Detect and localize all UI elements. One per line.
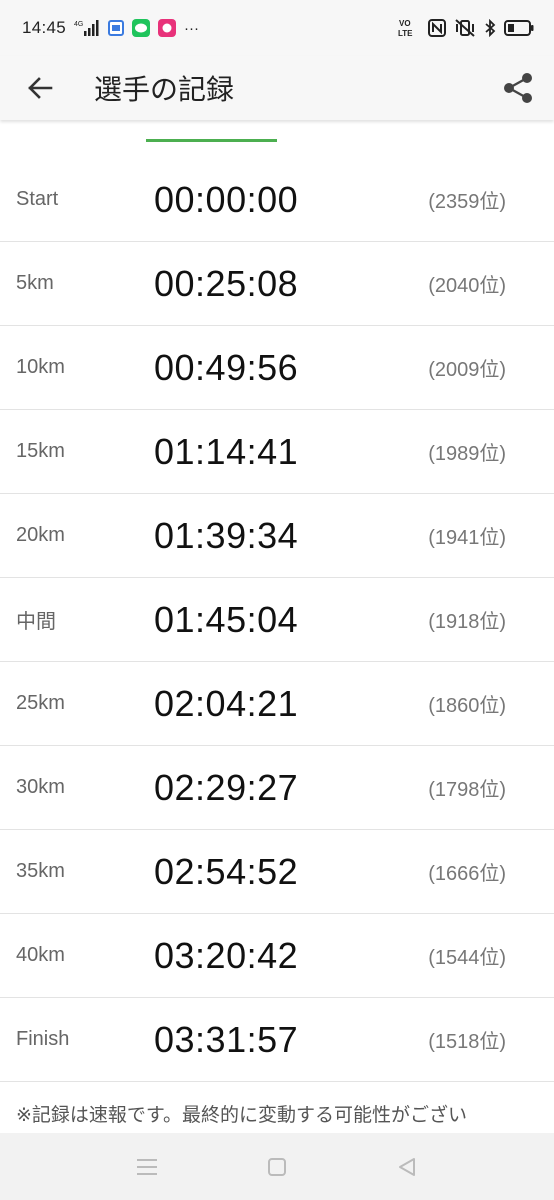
split-point-label: 15km xyxy=(16,440,65,462)
split-time: 03:20:42 xyxy=(154,934,299,976)
split-point-label: 40km xyxy=(16,944,65,966)
nav-menu-button[interactable] xyxy=(132,1152,162,1182)
split-point-label: Start xyxy=(16,188,59,210)
tab-indicator xyxy=(146,139,277,142)
status-more: ··· xyxy=(184,19,200,37)
split-time: 02:54:52 xyxy=(154,850,299,892)
split-rank: (1860位) xyxy=(428,695,506,717)
split-time: 00:25:08 xyxy=(154,262,299,304)
share-button[interactable] xyxy=(488,56,548,120)
record-row: 10km 00:49:56 (2009位) xyxy=(0,326,554,410)
split-point-label: 25km xyxy=(16,692,65,714)
network-label: 4G xyxy=(74,21,83,28)
home-icon xyxy=(267,1157,287,1177)
record-row: 25km 02:04:21 (1860位) xyxy=(0,662,554,746)
record-row: 35km 02:54:52 (1666位) xyxy=(0,830,554,914)
nav-back-button[interactable] xyxy=(392,1152,422,1182)
split-rank: (1666位) xyxy=(428,863,506,885)
nfc-icon xyxy=(428,19,446,37)
split-time: 02:04:21 xyxy=(154,682,299,724)
nav-home-button[interactable] xyxy=(262,1152,292,1182)
svg-text:LTE: LTE xyxy=(398,29,413,38)
line-app-icon xyxy=(132,19,151,37)
page-title: 選手の記録 xyxy=(94,74,235,105)
record-row: 15km 01:14:41 (1989位) xyxy=(0,410,554,494)
split-rank: (1798位) xyxy=(428,779,506,801)
signal-icon: 4G xyxy=(74,19,100,37)
record-row: 中間 01:45:04 (1918位) xyxy=(0,578,554,662)
record-row: 20km 01:39:34 (1941位) xyxy=(0,494,554,578)
record-row: Finish 03:31:57 (1518位) xyxy=(0,998,554,1082)
back-button[interactable] xyxy=(0,56,80,120)
records-list: Start 00:00:00 (2359位) 5km 00:25:08 (204… xyxy=(0,158,554,1082)
split-rank: (1918位) xyxy=(428,611,506,633)
volte-icon: VO LTE xyxy=(398,18,420,38)
split-point-label: 20km xyxy=(16,524,65,546)
split-time: 02:29:27 xyxy=(154,766,299,808)
record-row: 30km 02:29:27 (1798位) xyxy=(0,746,554,830)
split-rank: (1544位) xyxy=(428,947,506,969)
pink-app-icon xyxy=(158,19,177,37)
system-nav-bar xyxy=(0,1133,554,1200)
split-point-label: 5km xyxy=(16,272,54,294)
vibrate-off-icon xyxy=(454,19,476,37)
split-point-label: 35km xyxy=(16,860,65,882)
calendar-app-icon xyxy=(108,20,125,36)
triangle-back-icon xyxy=(397,1157,417,1177)
record-row: 40km 03:20:42 (1544位) xyxy=(0,914,554,998)
status-bar: 14:45 4G ··· VO LTE xyxy=(0,0,554,56)
record-row: Start 00:00:00 (2359位) xyxy=(0,158,554,242)
record-row: 5km 00:25:08 (2040位) xyxy=(0,242,554,326)
split-time: 00:00:00 xyxy=(154,178,299,220)
split-time: 00:49:56 xyxy=(154,346,299,388)
split-rank: (2040位) xyxy=(428,275,506,297)
menu-icon xyxy=(136,1158,158,1176)
share-icon xyxy=(503,72,533,104)
split-time: 01:14:41 xyxy=(154,430,299,472)
split-point-label: 30km xyxy=(16,776,65,798)
split-rank: (1989位) xyxy=(428,443,506,465)
disclaimer-note: ※記録は速報です。最終的に変動する可能性がござい xyxy=(16,1105,468,1126)
split-rank: (2009位) xyxy=(428,359,506,381)
app-bar: 選手の記録 xyxy=(0,56,554,120)
split-time: 01:39:34 xyxy=(154,514,299,556)
split-point-label: 中間 xyxy=(16,611,56,633)
split-time: 03:31:57 xyxy=(154,1018,299,1060)
battery-icon xyxy=(504,19,534,37)
svg-text:VO: VO xyxy=(399,19,411,28)
split-point-label: Finish xyxy=(16,1028,70,1050)
split-rank: (1518位) xyxy=(428,1031,506,1053)
status-time: 14:45 xyxy=(22,18,67,37)
bluetooth-icon xyxy=(484,19,496,37)
split-time: 01:45:04 xyxy=(154,598,299,640)
split-rank: (2359位) xyxy=(428,191,506,213)
split-rank: (1941位) xyxy=(428,527,506,549)
split-point-label: 10km xyxy=(16,356,65,378)
arrow-left-icon xyxy=(26,74,54,102)
